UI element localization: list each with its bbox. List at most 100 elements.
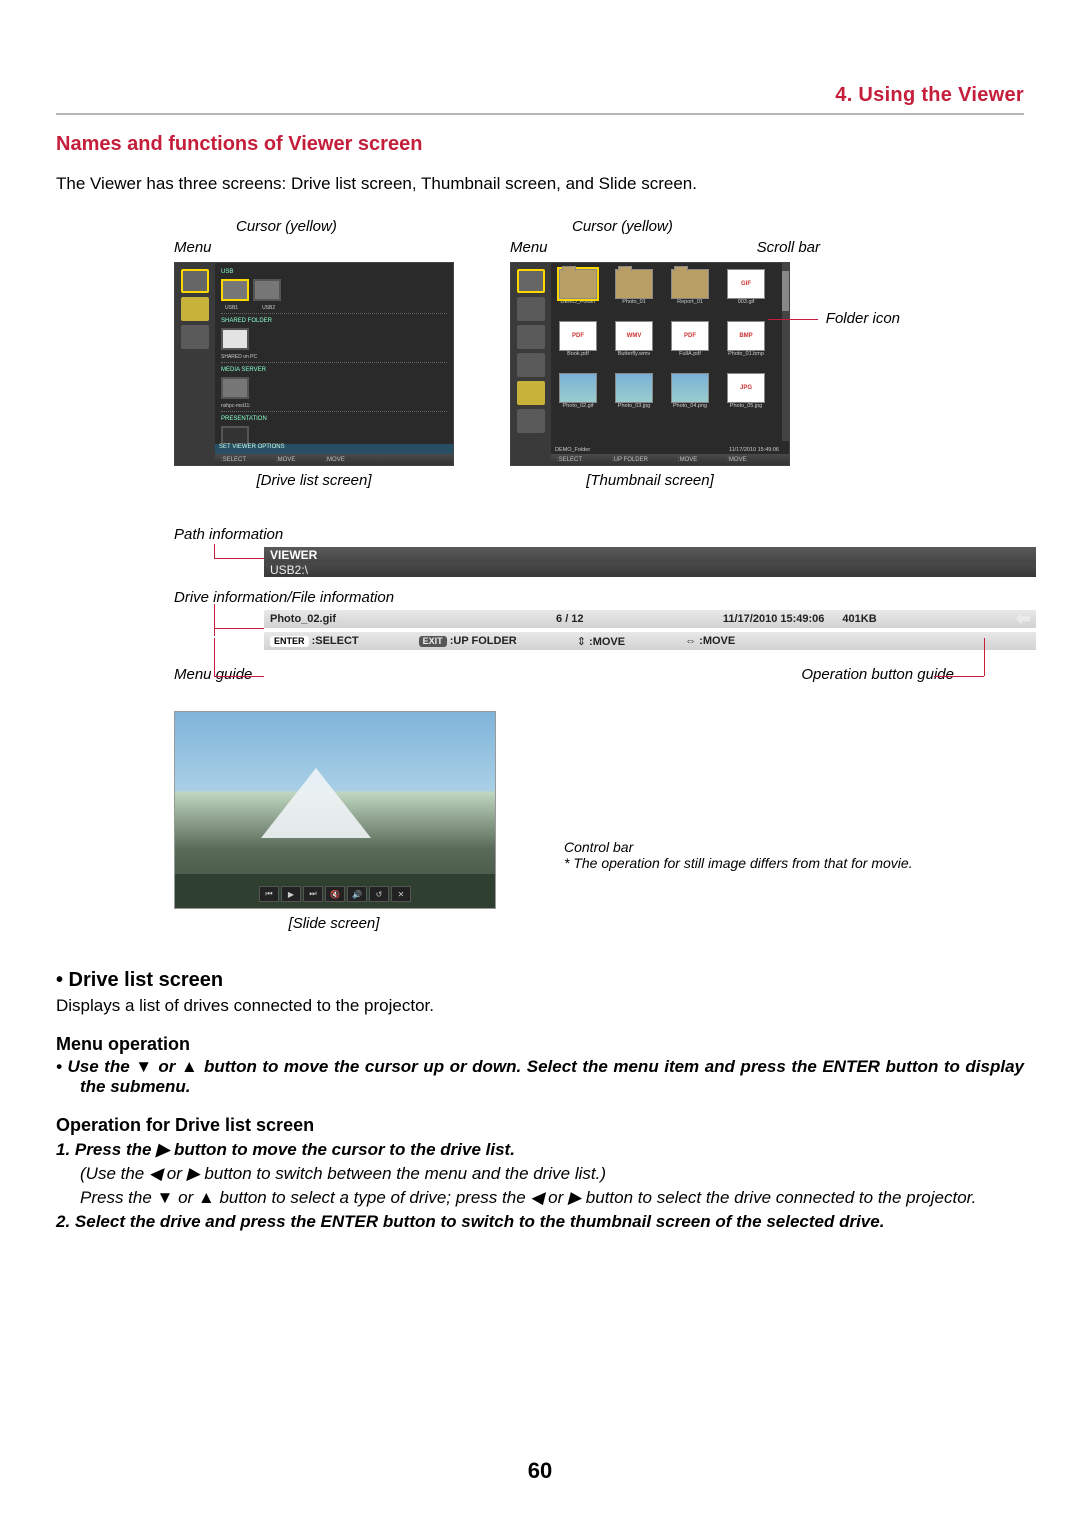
folder-icon bbox=[559, 269, 597, 299]
thumbnail-item: WMVButterfly.wmv bbox=[611, 321, 657, 367]
exit-guide: EXIT :UP FOLDER bbox=[419, 635, 517, 647]
thumbnail-item: Photo_02.gif bbox=[555, 373, 601, 419]
filetype-icon: BMP bbox=[727, 321, 765, 351]
img-icon bbox=[671, 373, 709, 403]
drive-group-media: MEDIA SERVER bbox=[221, 367, 447, 373]
scroll-thumb bbox=[782, 271, 789, 311]
arrow-icon bbox=[1016, 613, 1030, 625]
drive-group-shared: SHARED FOLDER bbox=[221, 318, 447, 324]
folder-icon bbox=[671, 269, 709, 299]
shared-pc-label: SHARED on PC bbox=[221, 354, 447, 360]
options-bar: SET VIEWER OPTIONS bbox=[215, 444, 453, 454]
thumbnail-item: PDFBook.pdf bbox=[555, 321, 601, 367]
folder-icon bbox=[615, 269, 653, 299]
control-button: ✕ bbox=[391, 886, 411, 902]
thumb-caption: [Thumbnail screen] bbox=[510, 472, 790, 489]
thumbnail-label: FullA.pdf bbox=[679, 351, 701, 357]
op-drive-list-title: Operation for Drive list screen bbox=[56, 1115, 1024, 1136]
file-date: 11/17/2010 15:49:06 bbox=[723, 613, 825, 625]
thumb-status-date: 11/17/2010 15:49:06 bbox=[729, 447, 779, 453]
img-icon bbox=[559, 373, 597, 403]
drive-caption: [Drive list screen] bbox=[174, 472, 454, 489]
thumbnail-item: JPGPhoto_05.jpg bbox=[723, 373, 769, 419]
path-bar-sub: USB2:\ bbox=[264, 563, 1036, 577]
step-1: 1. Press the ▶ button to move the cursor… bbox=[56, 1140, 1024, 1160]
control-button: ⏮ bbox=[259, 886, 279, 902]
drive-list-desc: Displays a list of drives connected to t… bbox=[56, 996, 1024, 1016]
label-folder: Folder icon bbox=[826, 310, 900, 327]
drive-group-pres: PRESENTATION bbox=[221, 416, 447, 422]
label-cursor: Cursor (yellow) bbox=[236, 218, 454, 235]
label-menu: Menu bbox=[174, 239, 454, 256]
filetype-icon: JPG bbox=[727, 373, 765, 403]
sidebar-sort-icon bbox=[517, 325, 545, 349]
sidebar-slide-icon bbox=[181, 325, 209, 349]
thumb-footer: :SELECT :UP FOLDER :MOVE :MOVE bbox=[551, 454, 789, 465]
sidebar-thumb-icon bbox=[517, 297, 545, 321]
thumbnail-label: Photo_01 bbox=[622, 299, 646, 305]
page-number: 60 bbox=[0, 1458, 1080, 1484]
control-button: 🔇 bbox=[325, 886, 345, 902]
drive-item-usb1 bbox=[221, 279, 447, 301]
sidebar-back-icon bbox=[517, 409, 545, 433]
thumbnail-shot: Cursor (yellow) Menu Scroll bar DEMO_Fol… bbox=[510, 218, 790, 489]
label-scroll: Scroll bar bbox=[757, 239, 820, 256]
path-info-block: Path information VIEWER USB2:\ Drive inf… bbox=[174, 526, 1024, 650]
move-v-guide: ⇕ :MOVE bbox=[577, 635, 625, 648]
step-1b: Press the ▼ or ▲ button to select a type… bbox=[56, 1188, 1024, 1208]
control-bar-notes: Control bar * The operation for still im… bbox=[564, 839, 913, 871]
manual-page: 4. Using the Viewer Names and functions … bbox=[0, 0, 1080, 1524]
intro-text: The Viewer has three screens: Drive list… bbox=[56, 174, 1024, 194]
drive-item-media bbox=[221, 377, 447, 399]
op-button-guide-label: Operation button guide bbox=[801, 666, 954, 683]
thumbnail-panel: DEMO_Folder Photo_01 Report_01 GIF003.gif PD… bbox=[510, 262, 790, 466]
enter-badge: ENTER bbox=[270, 636, 309, 647]
mountain-shape bbox=[261, 768, 371, 838]
file-name: Photo_02.gif bbox=[270, 613, 336, 625]
thumbnail-label: Report_01 bbox=[677, 299, 703, 305]
drive-body: USB USB1 USB2 SHARED FOLDER SHARED on PC bbox=[215, 263, 453, 465]
footer-move1: :MOVE bbox=[276, 457, 295, 463]
slide-caption: [Slide screen] bbox=[174, 915, 494, 932]
thumbnail-item: Report_01 bbox=[667, 269, 713, 315]
drive-info-label: Drive information/File information bbox=[174, 589, 1024, 606]
sidebar-slideshow-icon bbox=[181, 297, 209, 321]
drive-list-shot: Cursor (yellow) Menu USB USB1 USB bbox=[174, 218, 454, 489]
sidebar-play-icon bbox=[517, 269, 545, 293]
move-h-guide: ⇔ :MOVE bbox=[685, 635, 735, 647]
thumbnail-label: 003.gif bbox=[738, 299, 755, 305]
filetype-icon: WMV bbox=[615, 321, 653, 351]
menu-operation-text: • Use the ▼ or ▲ button to move the curs… bbox=[56, 1057, 1024, 1097]
path-viewer: VIEWER bbox=[270, 548, 317, 562]
thumbnail-label: Photo_01.bmp bbox=[728, 351, 764, 357]
file-info-bar: Photo_02.gif 6 / 12 11/17/2010 15:49:06 … bbox=[264, 610, 1036, 628]
slide-screen-block: ⏮▶⏭🔇🔊↺✕ [Slide screen] Control bar * The… bbox=[174, 711, 1024, 941]
tf-move1: :MOVE bbox=[678, 457, 697, 463]
thumbnail-label: Photo_02.gif bbox=[563, 403, 594, 409]
thumb-sidebar bbox=[511, 263, 551, 465]
img-icon bbox=[615, 373, 653, 403]
control-button: ▶ bbox=[281, 886, 301, 902]
drive-list-panel: USB USB1 USB2 SHARED FOLDER SHARED on PC bbox=[174, 262, 454, 466]
control-bar-label: Control bar bbox=[564, 839, 913, 855]
file-count: 6 / 12 bbox=[556, 613, 584, 625]
label-menu: Menu bbox=[510, 239, 548, 256]
drive-group-usb: USB bbox=[221, 269, 447, 275]
thumbnail-item: DEMO_Folder bbox=[555, 269, 601, 315]
thumbnail-item: GIF003.gif bbox=[723, 269, 769, 315]
drive-item-shared bbox=[221, 328, 447, 350]
control-button: 🔊 bbox=[347, 886, 367, 902]
thumbnail-item: Photo_03.jpg bbox=[611, 373, 657, 419]
tf-select: :SELECT bbox=[557, 457, 582, 463]
thumbnail-label: Photo_04.png bbox=[673, 403, 707, 409]
sidebar-setting-icon bbox=[517, 381, 545, 405]
thumbnail-item: BMPPhoto_01.bmp bbox=[723, 321, 769, 367]
chapter-title: 4. Using the Viewer bbox=[56, 84, 1024, 107]
usb2-label: USB2 bbox=[262, 305, 275, 311]
folder-icon-label: Folder icon bbox=[826, 310, 900, 327]
filetype-icon: GIF bbox=[727, 269, 765, 299]
tf-up: :UP FOLDER bbox=[612, 457, 648, 463]
step-1a: (Use the ◀ or ▶ button to switch between… bbox=[56, 1164, 1024, 1184]
path-info-label: Path information bbox=[174, 526, 1024, 543]
sidebar-thumbnail-icon bbox=[181, 269, 209, 293]
